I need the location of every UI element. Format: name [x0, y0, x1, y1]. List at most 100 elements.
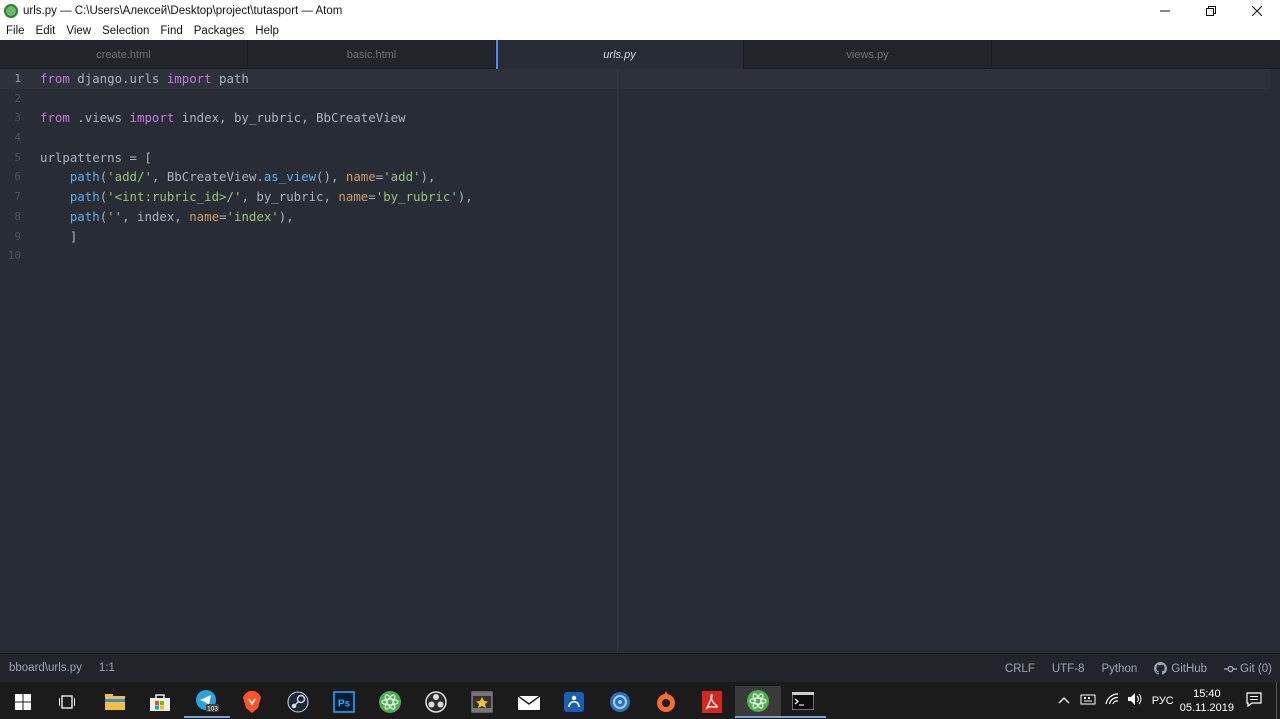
file-explorer-icon: [105, 694, 125, 710]
close-icon: [1252, 5, 1262, 16]
code-line[interactable]: [40, 89, 473, 109]
atom-active-button[interactable]: [735, 686, 781, 718]
menu-packages[interactable]: Packages: [188, 25, 250, 37]
minimize-button[interactable]: [1142, 0, 1188, 21]
acrobat-button[interactable]: [689, 686, 735, 718]
wifi-icon[interactable]: [1105, 693, 1119, 708]
telegram-unread-badge: 103: [207, 706, 218, 713]
code-line[interactable]: [40, 128, 473, 148]
menu-view[interactable]: View: [60, 25, 96, 37]
terminal-button[interactable]: [780, 686, 826, 718]
line-number: 6: [14, 170, 21, 184]
tab-basic-html[interactable]: basic.html: [248, 40, 496, 69]
terminal-icon: [792, 692, 814, 710]
restore-icon: [1206, 5, 1216, 16]
line-number-gutter: 1 2 3 4 5 6 7 8 9 10: [0, 69, 32, 266]
photoshop-button[interactable]: Ps: [321, 686, 367, 718]
code-line[interactable]: [40, 246, 473, 266]
task-view-button[interactable]: [44, 686, 90, 718]
line-number: 5: [14, 150, 21, 164]
line-number: 7: [14, 190, 21, 204]
line-number: 2: [14, 91, 21, 105]
start-button[interactable]: [0, 686, 46, 718]
store-button[interactable]: [137, 686, 183, 718]
obs-button[interactable]: [413, 686, 459, 718]
menu-file[interactable]: File: [0, 25, 30, 37]
volume-icon[interactable]: [1127, 692, 1143, 709]
line-number: 1: [14, 72, 21, 85]
system-tray: РУС 15:40 05.11.2019: [1058, 682, 1280, 719]
photoshop-label: Ps: [338, 699, 351, 710]
github-icon: [1154, 662, 1168, 675]
code-lines[interactable]: from django.urls import path from .views…: [40, 69, 473, 266]
clock[interactable]: 15:40 05.11.2019: [1180, 687, 1234, 715]
fiddler-button[interactable]: [551, 686, 597, 718]
menu-find[interactable]: Find: [154, 25, 187, 37]
acrobat-icon: [702, 691, 722, 713]
close-button[interactable]: [1234, 0, 1280, 21]
github-label: GitHub: [1171, 662, 1208, 675]
store-icon: [150, 694, 170, 711]
status-encoding[interactable]: UTF-8: [1052, 663, 1085, 675]
git-commit-icon: [1224, 665, 1238, 672]
atom-button[interactable]: [367, 686, 413, 718]
code-line[interactable]: path('<int:rubric_id>/', by_rubric, name…: [40, 187, 473, 207]
restore-button[interactable]: [1188, 0, 1234, 21]
minimize-icon: [1160, 10, 1170, 11]
brave-icon: [243, 691, 261, 713]
code-line[interactable]: from .views import index, by_rubric, BbC…: [40, 108, 473, 128]
steam-button[interactable]: [275, 686, 321, 718]
atom-logo-icon: [4, 3, 18, 18]
status-file-path[interactable]: bboard\urls.py: [9, 662, 82, 674]
show-desktop-button[interactable]: [1276, 682, 1280, 719]
tab-views-py[interactable]: views.py: [744, 40, 992, 69]
circle-app-icon: [610, 692, 630, 712]
steam-icon: [287, 691, 309, 713]
input-language[interactable]: РУС: [1152, 695, 1174, 707]
touch-keyboard-icon[interactable]: [1080, 692, 1096, 709]
status-github[interactable]: GitHub: [1154, 662, 1207, 675]
tray-chevron-up-icon[interactable]: [1058, 695, 1070, 707]
mail-button[interactable]: [506, 686, 552, 718]
tab-urls-py[interactable]: urls.py: [496, 40, 744, 69]
origin-icon: [657, 691, 675, 712]
tab-create-html[interactable]: create.html: [0, 40, 248, 69]
menu-edit[interactable]: Edit: [30, 25, 61, 37]
clock-time: 15:40: [1193, 687, 1221, 700]
code-line[interactable]: urlpatterns = [: [40, 148, 473, 168]
photoshop-icon: Ps: [333, 691, 355, 713]
code-line[interactable]: ]: [40, 227, 473, 247]
file-explorer-button[interactable]: [92, 686, 138, 718]
telegram-button[interactable]: 103: [184, 686, 230, 718]
line-number: 10: [7, 249, 21, 263]
code-line[interactable]: path('add/', BbCreateView.as_view(), nam…: [40, 167, 473, 187]
status-bar: bboard\urls.py 1:1 CRLF UTF-8 Python Git…: [0, 653, 1280, 682]
line-number: 9: [14, 229, 21, 243]
status-grammar[interactable]: Python: [1101, 663, 1137, 675]
code-line[interactable]: from django.urls import path: [40, 69, 473, 89]
git-label: Git (0): [1240, 662, 1272, 675]
atom-icon: [379, 691, 401, 713]
code-line[interactable]: path('', index, name='index'),: [40, 207, 473, 227]
status-cursor-position[interactable]: 1:1: [99, 662, 115, 674]
status-git[interactable]: Git (0): [1224, 663, 1272, 675]
origin-button[interactable]: [643, 686, 689, 718]
notification-center-icon[interactable]: [1246, 691, 1262, 710]
brave-button[interactable]: [229, 686, 275, 718]
menu-selection[interactable]: Selection: [96, 25, 154, 37]
title-bar: urls.py — C:\Users\Алексей\Desktop\proje…: [0, 0, 1280, 21]
circle-app-button[interactable]: [597, 686, 643, 718]
status-line-ending[interactable]: CRLF: [1005, 663, 1035, 675]
menu-help[interactable]: Help: [249, 25, 284, 37]
window-title: urls.py — C:\Users\Алексей\Desktop\proje…: [23, 4, 343, 17]
line-number: 8: [14, 209, 21, 223]
windows-taskbar: 103 Ps РУС 15:40 05.11.2019: [0, 682, 1280, 719]
clock-date: 05.11.2019: [1179, 701, 1234, 714]
obs-icon: [425, 691, 447, 713]
atom-active-icon: [747, 690, 769, 712]
code-editor[interactable]: 1 2 3 4 5 6 7 8 9 10 from django.urls im…: [0, 69, 1280, 653]
mail-icon: [518, 695, 540, 710]
menu-bar: File Edit View Selection Find Packages H…: [0, 21, 1280, 40]
movie-maker-icon: [471, 691, 493, 713]
movie-maker-button[interactable]: [459, 686, 505, 718]
